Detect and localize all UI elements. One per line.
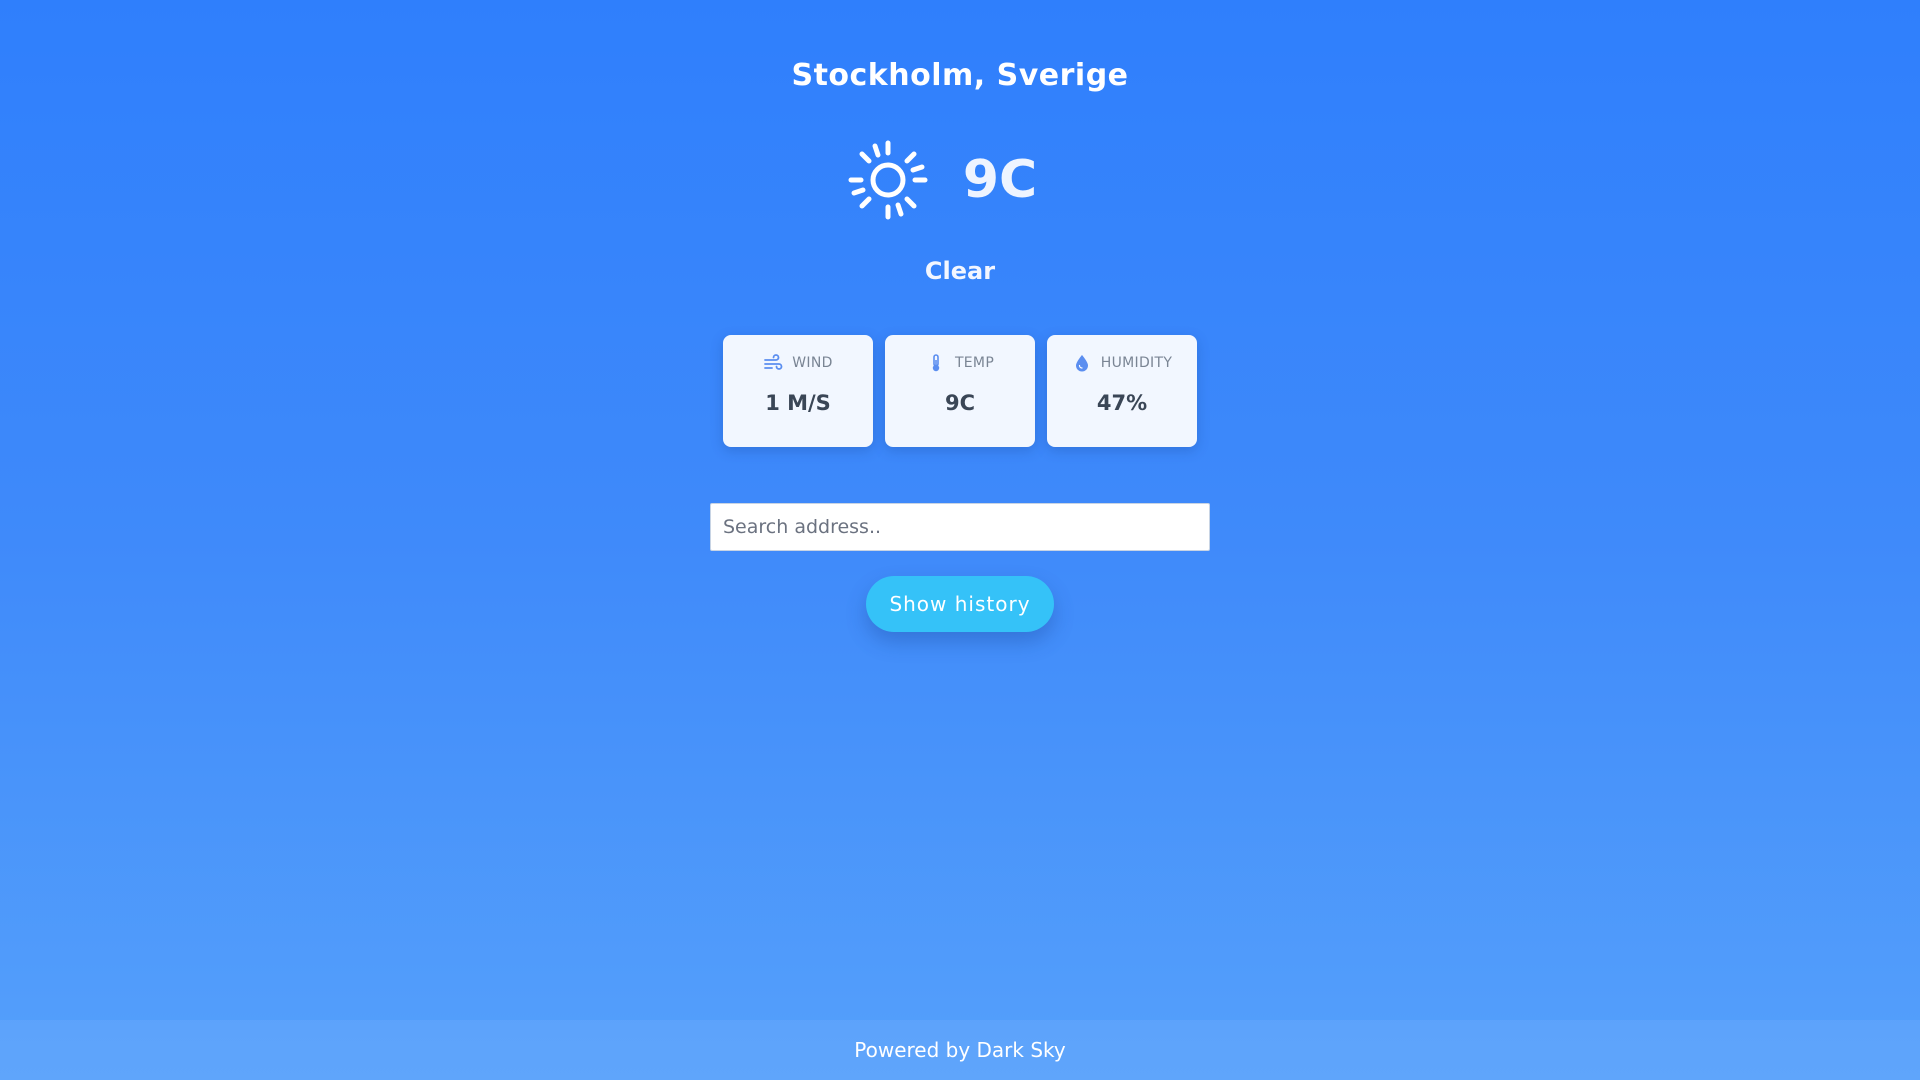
stat-card-temp: TEMP 9C xyxy=(885,335,1035,447)
current-temperature: 9C xyxy=(962,150,1038,210)
weather-app: Stockholm, Sverige 9C Clear WIND 1 M/S T… xyxy=(0,0,1920,1080)
wind-icon xyxy=(764,354,783,370)
current-weather: 9C xyxy=(0,135,1920,225)
stat-card-header: WIND xyxy=(763,353,832,373)
stat-card-wind: WIND 1 M/S xyxy=(723,335,873,447)
footer-credit: Powered by Dark Sky xyxy=(854,1038,1066,1062)
stat-card-humidity: HUMIDITY 47% xyxy=(1047,335,1197,447)
thermometer-icon xyxy=(932,354,940,372)
stat-card-header: HUMIDITY xyxy=(1072,353,1172,373)
location-title: Stockholm, Sverige xyxy=(791,58,1129,93)
stat-value: 47% xyxy=(1096,391,1148,415)
stat-label: WIND xyxy=(792,355,833,371)
stats-cards: WIND 1 M/S TEMP 9C HUMIDITY 47% xyxy=(0,335,1920,447)
sun-icon xyxy=(848,140,928,220)
stat-label: TEMP xyxy=(954,355,995,371)
footer: Powered by Dark Sky xyxy=(0,1020,1920,1080)
stat-value: 9C xyxy=(944,391,976,415)
stat-label: HUMIDITY xyxy=(1100,355,1173,371)
stat-value: 1 M/S xyxy=(765,391,831,415)
droplet-icon xyxy=(1075,355,1088,372)
show-history-button[interactable]: Show history xyxy=(866,576,1054,632)
stat-card-header: TEMP xyxy=(926,353,994,373)
search-address-input[interactable] xyxy=(710,503,1210,551)
weather-summary: Clear xyxy=(924,257,996,285)
